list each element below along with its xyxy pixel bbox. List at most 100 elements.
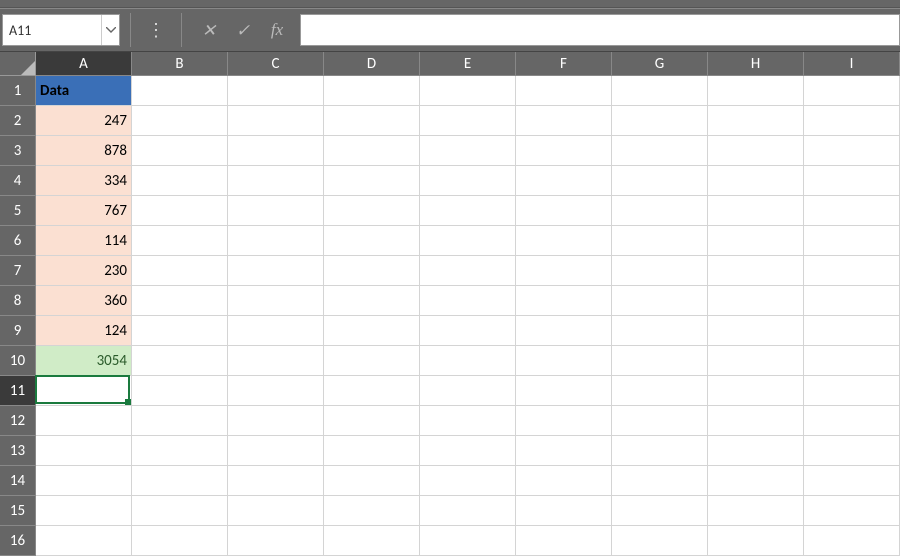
cell[interactable] [612,496,708,526]
cell[interactable] [708,286,804,316]
cell[interactable] [324,286,420,316]
cell[interactable] [420,496,516,526]
cell[interactable] [132,436,228,466]
row-header[interactable]: 14 [0,466,36,496]
cell[interactable] [708,406,804,436]
cell[interactable] [228,136,324,166]
cell[interactable] [324,526,420,556]
cell[interactable] [612,76,708,106]
cell[interactable] [132,286,228,316]
cell[interactable] [708,256,804,286]
column-header[interactable]: A [36,52,132,76]
cell[interactable] [804,406,900,436]
expand-formula-bar-icon[interactable]: ⋮ [141,19,171,41]
cell[interactable] [228,166,324,196]
cell[interactable] [804,196,900,226]
cell[interactable] [420,136,516,166]
cell[interactable] [708,226,804,256]
cell[interactable] [228,76,324,106]
cell[interactable] [612,166,708,196]
cell[interactable] [324,466,420,496]
cell[interactable] [708,196,804,226]
cell[interactable] [516,256,612,286]
cell[interactable] [420,436,516,466]
cell[interactable] [420,256,516,286]
cell[interactable] [324,76,420,106]
row-header[interactable]: 7 [0,256,36,286]
cell[interactable] [132,76,228,106]
cell[interactable]: 360 [36,286,132,316]
cell[interactable] [132,166,228,196]
column-header[interactable]: E [420,52,516,76]
cell[interactable] [132,466,228,496]
cell[interactable] [36,406,132,436]
column-header[interactable]: G [612,52,708,76]
cell[interactable] [324,166,420,196]
cell[interactable] [420,76,516,106]
formula-input[interactable] [301,15,899,45]
cell[interactable] [324,316,420,346]
row-header[interactable]: 13 [0,436,36,466]
cell[interactable] [516,316,612,346]
cell[interactable] [804,466,900,496]
cell[interactable] [612,136,708,166]
cell[interactable] [36,376,132,406]
name-box-dropdown[interactable] [101,15,119,45]
cell[interactable] [612,406,708,436]
cell[interactable] [516,496,612,526]
cell[interactable] [132,196,228,226]
cell[interactable] [612,286,708,316]
cell[interactable] [132,376,228,406]
cell[interactable] [516,76,612,106]
cell[interactable] [324,496,420,526]
cell[interactable] [324,106,420,136]
cell[interactable] [804,286,900,316]
row-header[interactable]: 12 [0,406,36,436]
cell[interactable] [132,496,228,526]
row-header[interactable]: 2 [0,106,36,136]
cell[interactable]: 247 [36,106,132,136]
cell[interactable] [612,256,708,286]
cell[interactable] [612,436,708,466]
cell[interactable] [804,166,900,196]
cell[interactable] [612,316,708,346]
cell[interactable] [612,226,708,256]
cell[interactable] [516,286,612,316]
cell[interactable] [612,526,708,556]
cell[interactable] [612,196,708,226]
cell[interactable] [228,106,324,136]
cell[interactable] [228,496,324,526]
column-header[interactable]: B [132,52,228,76]
cell[interactable] [804,376,900,406]
cell[interactable] [708,316,804,346]
cell[interactable] [804,106,900,136]
cell[interactable] [708,466,804,496]
cell[interactable] [708,106,804,136]
cell[interactable] [420,376,516,406]
cell[interactable] [804,76,900,106]
cell[interactable] [516,466,612,496]
cell[interactable] [228,316,324,346]
cell[interactable] [420,106,516,136]
accept-button[interactable]: ✓ [226,13,260,47]
cell[interactable] [420,316,516,346]
cell[interactable] [36,526,132,556]
cell[interactable] [324,136,420,166]
row-header[interactable]: 6 [0,226,36,256]
cell[interactable] [36,466,132,496]
cell[interactable] [420,226,516,256]
cell[interactable] [324,346,420,376]
cell[interactable] [324,196,420,226]
cell[interactable] [516,166,612,196]
cell[interactable] [804,496,900,526]
insert-function-button[interactable]: fx [260,13,294,47]
cell[interactable] [516,436,612,466]
cell[interactable] [516,226,612,256]
cell[interactable] [516,406,612,436]
cell[interactable]: Data [36,76,132,106]
cell[interactable]: 878 [36,136,132,166]
cell[interactable] [228,196,324,226]
cell[interactable] [228,466,324,496]
row-header[interactable]: 4 [0,166,36,196]
column-header[interactable]: C [228,52,324,76]
